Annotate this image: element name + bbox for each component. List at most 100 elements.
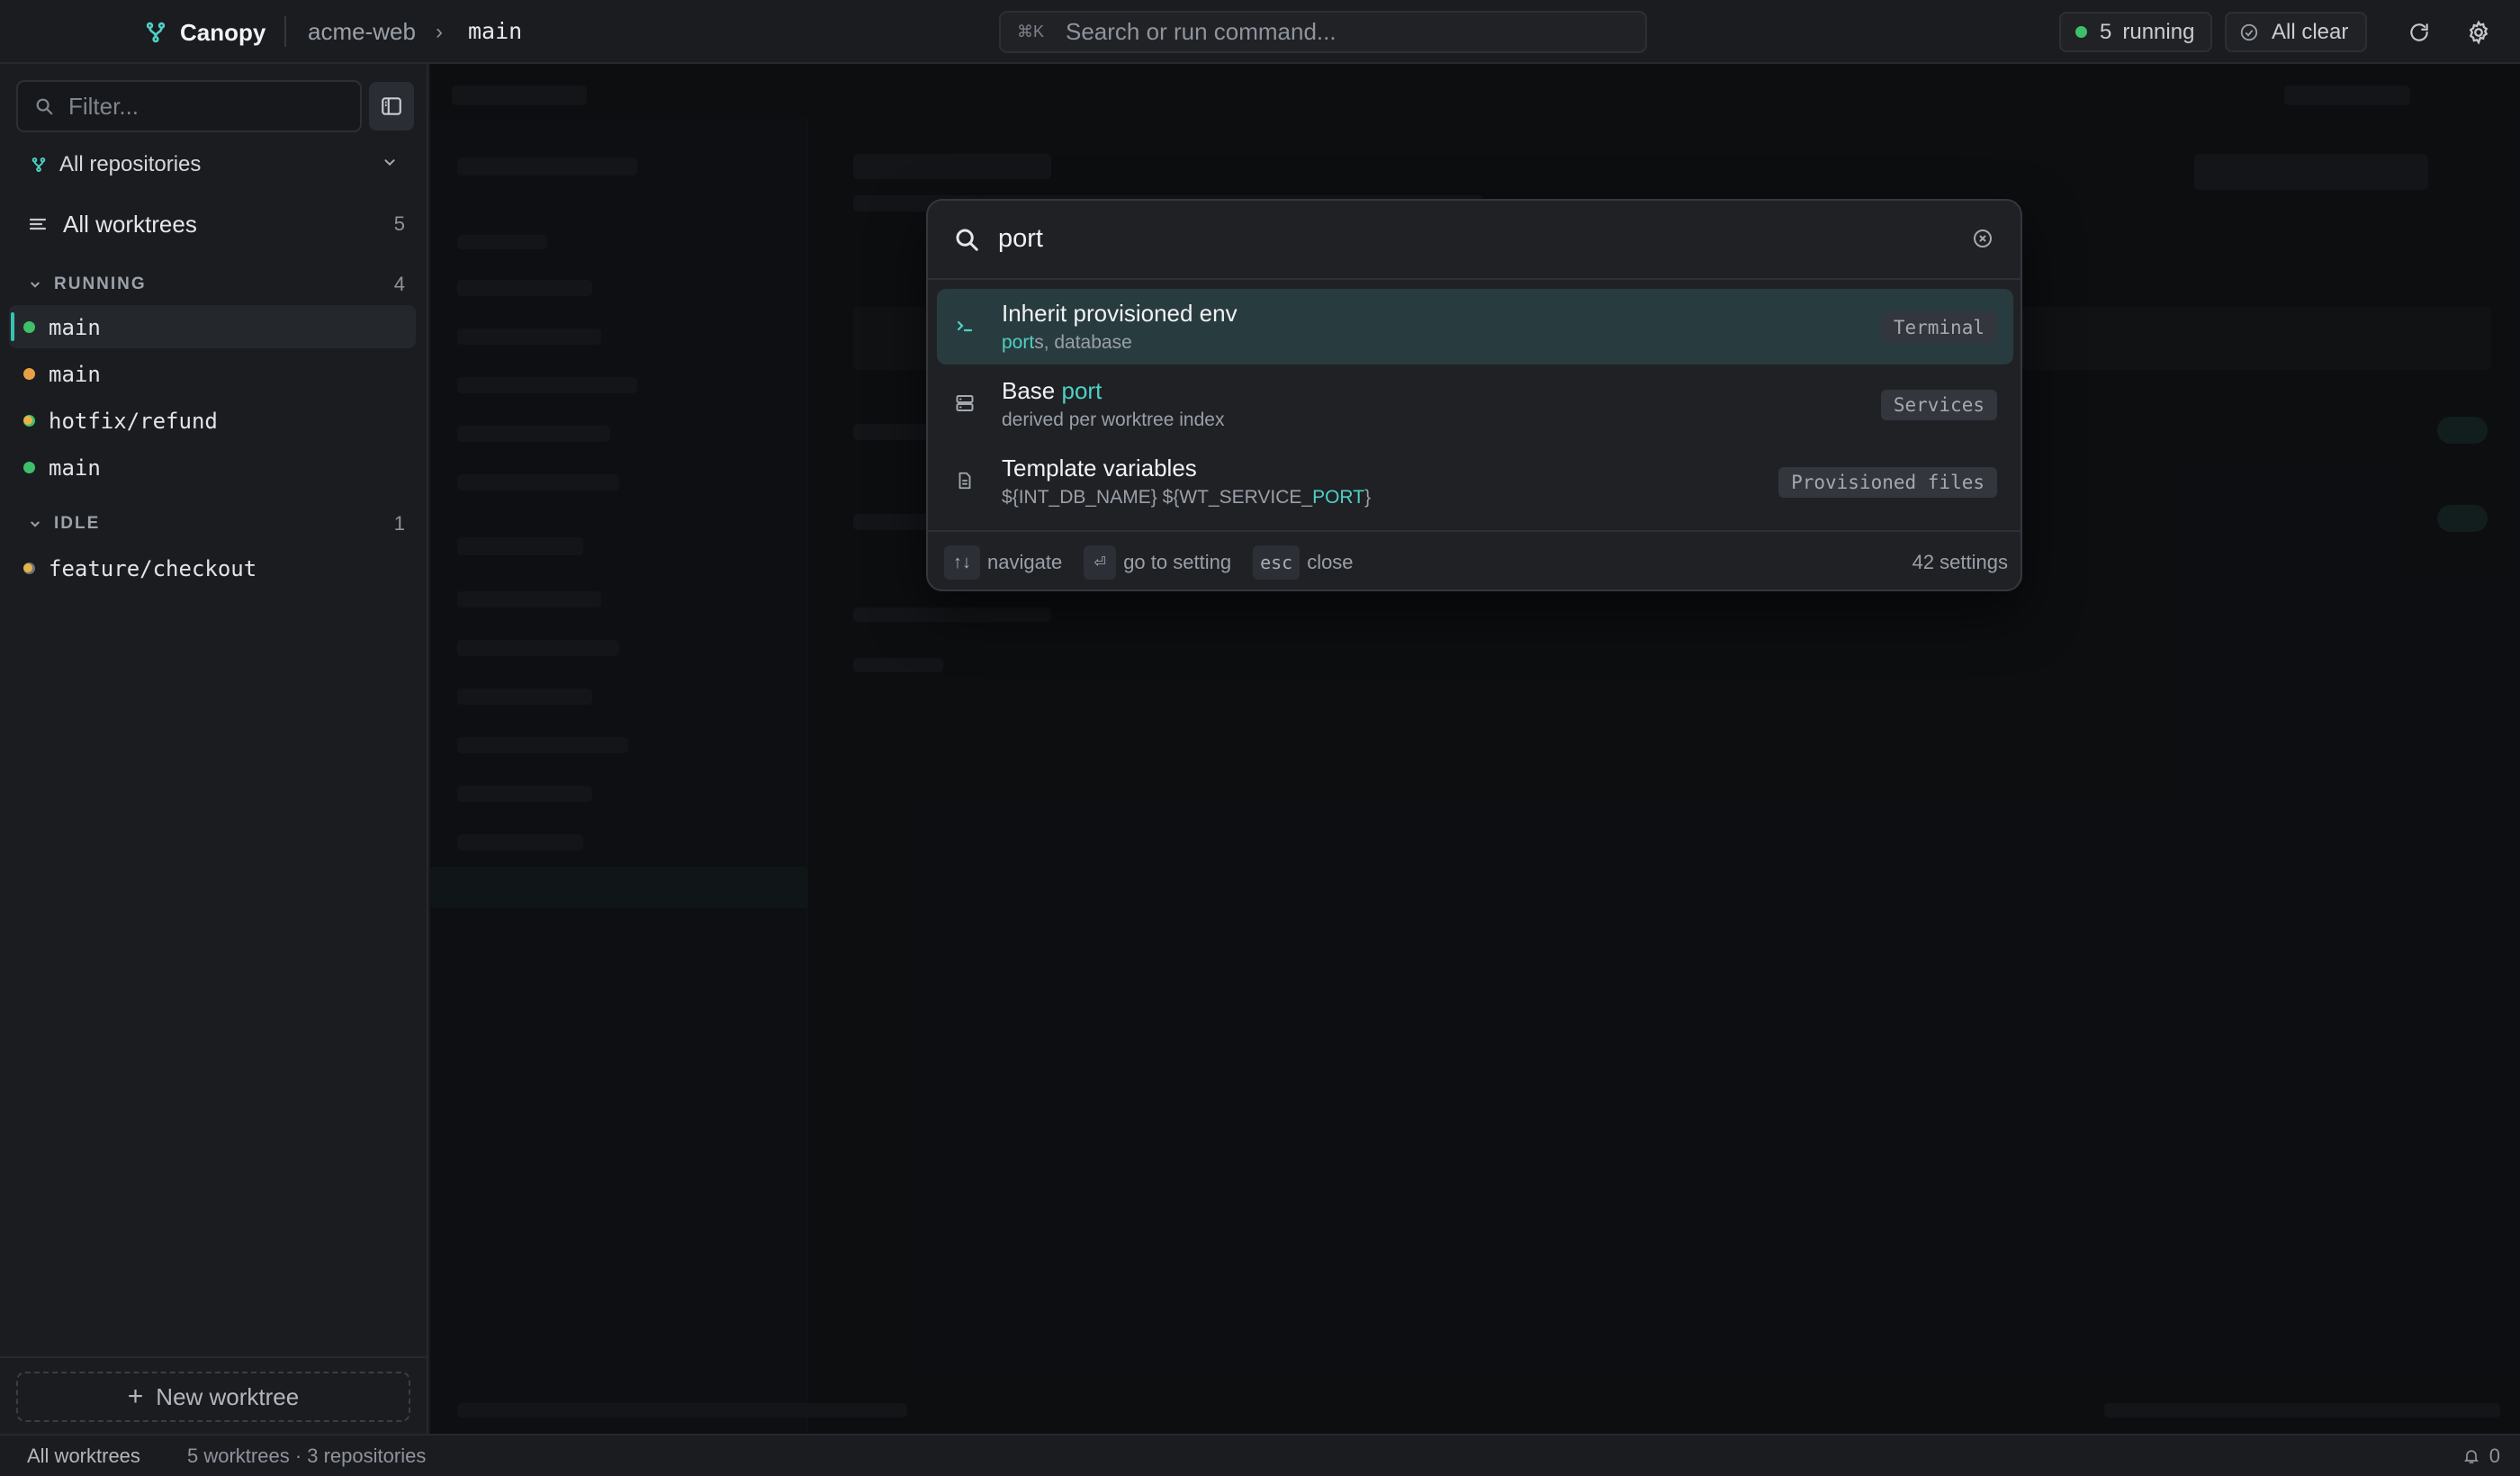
starting-status-dot xyxy=(23,368,35,380)
all-worktrees-label: All worktrees xyxy=(63,210,197,238)
repository-icon xyxy=(32,157,46,173)
server-icon xyxy=(953,392,976,415)
section-idle-header[interactable]: IDLE 1 xyxy=(27,510,405,537)
result-subtitle: ports, database xyxy=(1002,332,1132,354)
bell-icon xyxy=(2463,1449,2479,1463)
all-worktrees-item[interactable]: All worktrees 5 xyxy=(27,206,405,242)
terminal-icon xyxy=(953,314,976,338)
worktree-name: hotfix/refund xyxy=(49,409,218,434)
sidebar-filter-input[interactable]: Filter... xyxy=(16,80,362,132)
check-circle-icon xyxy=(2240,23,2258,40)
enter-key-hint: ⏎ xyxy=(1084,545,1117,580)
search-icon xyxy=(956,229,978,251)
command-search[interactable]: ⌘K Search or run command... xyxy=(999,11,1647,53)
plus-icon: + xyxy=(127,1382,144,1411)
result-category-badge: Terminal xyxy=(1880,312,1997,343)
navigate-hint: navigate xyxy=(987,551,1063,573)
section-running-header[interactable]: RUNNING 4 xyxy=(27,271,405,298)
worktree-name: main xyxy=(49,315,101,340)
status-scope[interactable]: All worktrees xyxy=(27,1444,140,1468)
worktree-item[interactable]: hotfix/refund xyxy=(9,399,416,442)
section-count: 1 xyxy=(393,512,405,535)
search-result-inherit-provisioned-env[interactable]: Inherit provisioned env ports, database … xyxy=(937,289,2013,364)
result-subtitle: derived per worktree index xyxy=(1002,410,1225,430)
file-icon xyxy=(953,469,976,492)
palette-footer: ↑↓ navigate ⏎ go to setting esc close 42… xyxy=(928,530,2020,590)
result-title: Base port xyxy=(1002,377,1102,405)
go-to-setting-hint: go to setting xyxy=(1123,551,1232,573)
sidebar: Filter... All repositories All worktrees… xyxy=(0,64,428,1434)
refresh-button[interactable] xyxy=(2403,16,2435,49)
sidebar-panel-icon xyxy=(382,97,401,115)
sidebar-divider xyxy=(0,1356,428,1358)
breadcrumb-repo[interactable]: acme-web xyxy=(308,18,416,46)
repository-select[interactable]: All repositories xyxy=(31,147,400,183)
worktree-name: main xyxy=(49,362,101,387)
worktree-item[interactable]: main xyxy=(9,446,416,489)
chevron-right-icon: › xyxy=(436,20,443,44)
worktree-item[interactable]: main xyxy=(9,305,416,348)
notification-count: 0 xyxy=(2488,1444,2500,1467)
worktree-name: feature/checkout xyxy=(49,556,257,581)
result-title: Template variables xyxy=(1002,454,1197,482)
command-placeholder: Search or run command... xyxy=(1066,18,1336,45)
top-bar: Canopy acme-web › main ⌘K Search or run … xyxy=(0,0,2520,64)
toggle-sidebar-button[interactable] xyxy=(369,82,414,130)
health-status-button[interactable]: All clear xyxy=(2225,12,2367,52)
arrow-keys-hint: ↑↓ xyxy=(944,545,980,580)
settings-search-dialog: port Inherit provisioned env ports, data… xyxy=(926,199,2022,591)
match-highlight: port xyxy=(1002,332,1035,353)
new-worktree-label: New worktree xyxy=(156,1382,300,1410)
app-name: Canopy xyxy=(180,18,266,46)
close-hint: close xyxy=(1307,551,1354,573)
filter-placeholder: Filter... xyxy=(68,92,140,120)
title-text: Base xyxy=(1002,377,1062,404)
palette-query: port xyxy=(998,224,1043,253)
git-branch-icon xyxy=(146,22,166,43)
all-worktrees-count: 5 xyxy=(393,212,405,235)
modified-indicator xyxy=(23,563,32,572)
list-icon xyxy=(29,218,47,230)
breadcrumb-divider xyxy=(284,16,286,47)
search-icon xyxy=(36,98,53,115)
modified-indicator xyxy=(23,416,32,425)
subtitle-text: ${INT_DB_NAME} ${WT_SERVICE_ xyxy=(1002,487,1313,508)
clear-query-icon[interactable] xyxy=(1972,228,1994,249)
refresh-icon xyxy=(2410,23,2428,41)
chevron-down-icon xyxy=(31,282,40,288)
esc-key-hint: esc xyxy=(1253,545,1300,580)
running-count: 5 xyxy=(2100,19,2112,44)
brand[interactable]: Canopy xyxy=(144,16,266,49)
settings-count: 42 settings xyxy=(1912,551,2008,573)
subtitle-text: } xyxy=(1364,487,1372,508)
match-highlight: PORT xyxy=(1312,487,1365,508)
new-worktree-button[interactable]: + New worktree xyxy=(16,1372,410,1422)
gear-icon xyxy=(2469,20,2488,45)
search-result-template-variables[interactable]: Template variables ${INT_DB_NAME} ${WT_S… xyxy=(937,444,2013,519)
status-summary: 5 worktrees · 3 repositories xyxy=(187,1444,427,1467)
health-status-label: All clear xyxy=(2272,19,2349,44)
active-indicator xyxy=(11,312,14,341)
worktree-item[interactable]: feature/checkout xyxy=(9,546,416,590)
running-status-button[interactable]: 5 running xyxy=(2059,12,2212,52)
worktree-name: main xyxy=(49,455,101,481)
palette-search-field[interactable]: port xyxy=(928,201,2020,280)
result-subtitle: ${INT_DB_NAME} ${WT_SERVICE_PORT} xyxy=(1002,487,1371,508)
worktree-item[interactable]: main xyxy=(9,352,416,395)
chevron-down-icon xyxy=(384,159,395,166)
running-status-dot xyxy=(23,462,35,473)
result-category-badge: Provisioned files xyxy=(1778,467,1997,498)
notifications-button[interactable]: 0 xyxy=(2462,1444,2500,1468)
section-title: RUNNING xyxy=(54,274,147,293)
breadcrumb-branch[interactable]: main xyxy=(468,18,522,44)
result-title: Inherit provisioned env xyxy=(1002,300,1238,327)
settings-button[interactable] xyxy=(2462,16,2495,49)
search-result-base-port[interactable]: Base port derived per worktree index Ser… xyxy=(937,366,2013,442)
command-shortcut: ⌘K xyxy=(1017,22,1045,40)
running-dot xyxy=(2075,26,2087,38)
match-highlight: port xyxy=(1061,377,1102,404)
chevron-down-icon xyxy=(31,521,40,527)
running-label: running xyxy=(2122,19,2195,44)
section-title: IDLE xyxy=(54,514,101,533)
repository-select-value: All repositories xyxy=(59,152,202,176)
